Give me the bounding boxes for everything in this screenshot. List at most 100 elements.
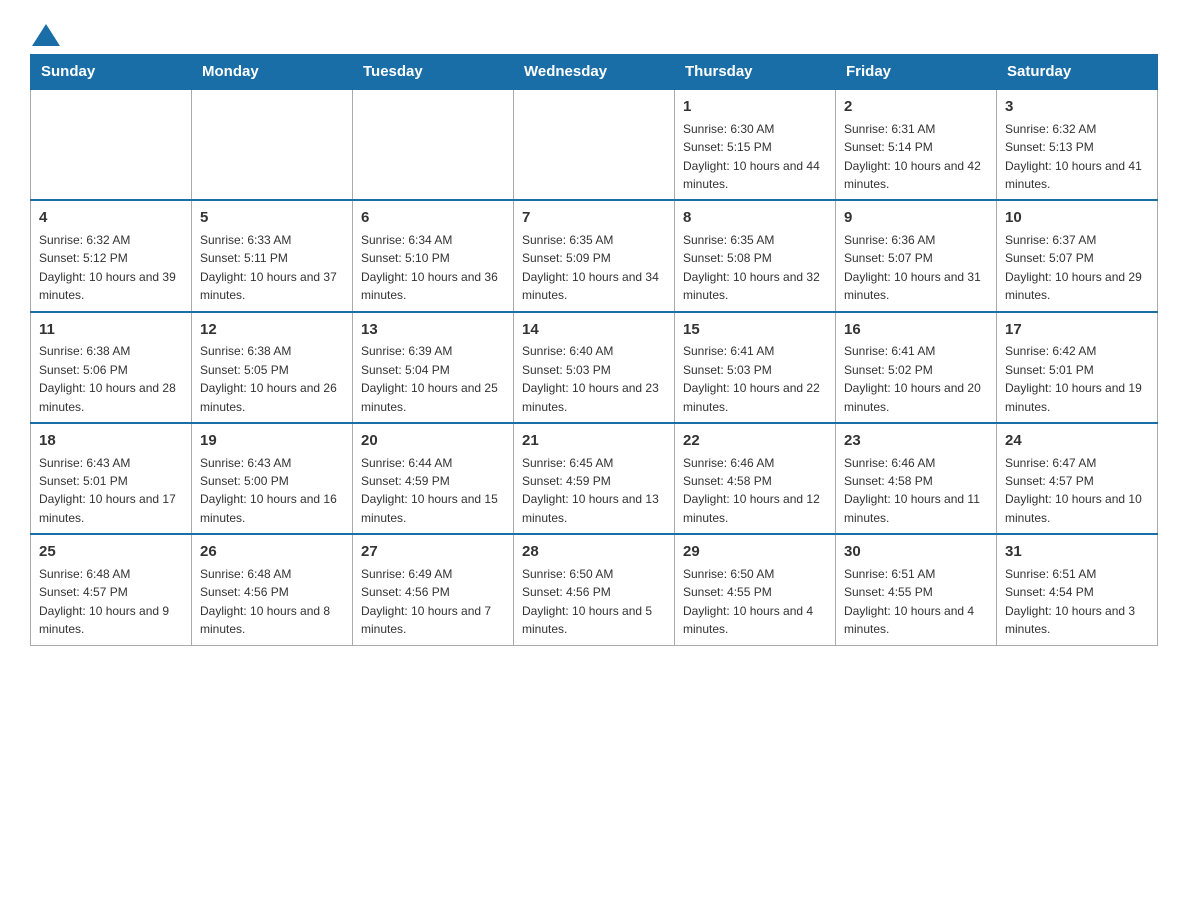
day-number: 27 (361, 541, 505, 563)
day-number: 22 (683, 430, 827, 452)
calendar-cell: 6 Sunrise: 6:34 AMSunset: 5:10 PMDaylight… (353, 200, 514, 311)
day-number: 3 (1005, 96, 1149, 118)
calendar-cell: 21 Sunrise: 6:45 AMSunset: 4:59 PMDayligh… (514, 423, 675, 534)
day-info: Sunrise: 6:46 AMSunset: 4:58 PMDaylight:… (844, 456, 980, 525)
calendar-cell: 2 Sunrise: 6:31 AMSunset: 5:14 PMDaylight… (836, 89, 997, 200)
day-number: 8 (683, 207, 827, 229)
day-number: 19 (200, 430, 344, 452)
calendar-cell: 15 Sunrise: 6:41 AMSunset: 5:03 PMDayligh… (675, 312, 836, 423)
calendar-week-row: 1 Sunrise: 6:30 AMSunset: 5:15 PMDaylight… (31, 89, 1158, 200)
weekday-header-monday: Monday (192, 55, 353, 90)
day-number: 29 (683, 541, 827, 563)
day-info: Sunrise: 6:38 AMSunset: 5:05 PMDaylight:… (200, 344, 337, 413)
calendar-cell: 1 Sunrise: 6:30 AMSunset: 5:15 PMDaylight… (675, 89, 836, 200)
day-number: 24 (1005, 430, 1149, 452)
calendar-cell: 29 Sunrise: 6:50 AMSunset: 4:55 PMDayligh… (675, 534, 836, 645)
day-info: Sunrise: 6:49 AMSunset: 4:56 PMDaylight:… (361, 567, 491, 636)
calendar-cell: 10 Sunrise: 6:37 AMSunset: 5:07 PMDayligh… (997, 200, 1158, 311)
calendar-cell: 13 Sunrise: 6:39 AMSunset: 5:04 PMDayligh… (353, 312, 514, 423)
calendar-table: SundayMondayTuesdayWednesdayThursdayFrid… (30, 54, 1158, 646)
day-number: 1 (683, 96, 827, 118)
calendar-cell: 31 Sunrise: 6:51 AMSunset: 4:54 PMDayligh… (997, 534, 1158, 645)
calendar-week-row: 11Sunrise: 6:38 AMSunset: 5:06 PMDayligh… (31, 312, 1158, 423)
calendar-cell: 12 Sunrise: 6:38 AMSunset: 5:05 PMDayligh… (192, 312, 353, 423)
day-info: Sunrise: 6:50 AMSunset: 4:55 PMDaylight:… (683, 567, 813, 636)
day-number: 23 (844, 430, 988, 452)
day-info: Sunrise: 6:45 AMSunset: 4:59 PMDaylight:… (522, 456, 659, 525)
day-number: 31 (1005, 541, 1149, 563)
day-info: Sunrise: 6:33 AMSunset: 5:11 PMDaylight:… (200, 233, 337, 302)
calendar-cell: 30Sunrise: 6:51 AMSunset: 4:55 PMDayligh… (836, 534, 997, 645)
calendar-cell: 5 Sunrise: 6:33 AMSunset: 5:11 PMDaylight… (192, 200, 353, 311)
calendar-cell: 4Sunrise: 6:32 AMSunset: 5:12 PMDaylight… (31, 200, 192, 311)
day-number: 5 (200, 207, 344, 229)
day-number: 14 (522, 319, 666, 341)
calendar-cell: 14 Sunrise: 6:40 AMSunset: 5:03 PMDayligh… (514, 312, 675, 423)
day-info: Sunrise: 6:37 AMSunset: 5:07 PMDaylight:… (1005, 233, 1142, 302)
day-info: Sunrise: 6:41 AMSunset: 5:02 PMDaylight:… (844, 344, 981, 413)
day-info: Sunrise: 6:48 AMSunset: 4:56 PMDaylight:… (200, 567, 330, 636)
day-number: 15 (683, 319, 827, 341)
day-number: 7 (522, 207, 666, 229)
weekday-header-wednesday: Wednesday (514, 55, 675, 90)
day-info: Sunrise: 6:50 AMSunset: 4:56 PMDaylight:… (522, 567, 652, 636)
calendar-cell: 11Sunrise: 6:38 AMSunset: 5:06 PMDayligh… (31, 312, 192, 423)
day-info: Sunrise: 6:39 AMSunset: 5:04 PMDaylight:… (361, 344, 498, 413)
day-info: Sunrise: 6:32 AMSunset: 5:13 PMDaylight:… (1005, 122, 1142, 191)
weekday-header-tuesday: Tuesday (353, 55, 514, 90)
calendar-cell: 27 Sunrise: 6:49 AMSunset: 4:56 PMDayligh… (353, 534, 514, 645)
day-number: 9 (844, 207, 988, 229)
day-number: 12 (200, 319, 344, 341)
calendar-cell: 7 Sunrise: 6:35 AMSunset: 5:09 PMDaylight… (514, 200, 675, 311)
calendar-week-row: 4Sunrise: 6:32 AMSunset: 5:12 PMDaylight… (31, 200, 1158, 311)
weekday-header-friday: Friday (836, 55, 997, 90)
calendar-cell: 19 Sunrise: 6:43 AMSunset: 5:00 PMDayligh… (192, 423, 353, 534)
day-info: Sunrise: 6:41 AMSunset: 5:03 PMDaylight:… (683, 344, 820, 413)
weekday-header-saturday: Saturday (997, 55, 1158, 90)
calendar-cell: 9 Sunrise: 6:36 AMSunset: 5:07 PMDaylight… (836, 200, 997, 311)
weekday-header-sunday: Sunday (31, 55, 192, 90)
calendar-cell: 20Sunrise: 6:44 AMSunset: 4:59 PMDayligh… (353, 423, 514, 534)
day-number: 13 (361, 319, 505, 341)
calendar-cell: 28Sunrise: 6:50 AMSunset: 4:56 PMDayligh… (514, 534, 675, 645)
day-info: Sunrise: 6:36 AMSunset: 5:07 PMDaylight:… (844, 233, 981, 302)
calendar-cell: 25Sunrise: 6:48 AMSunset: 4:57 PMDayligh… (31, 534, 192, 645)
logo (30, 20, 60, 44)
logo-triangle-icon (32, 24, 60, 46)
day-info: Sunrise: 6:34 AMSunset: 5:10 PMDaylight:… (361, 233, 498, 302)
day-number: 17 (1005, 319, 1149, 341)
day-info: Sunrise: 6:31 AMSunset: 5:14 PMDaylight:… (844, 122, 981, 191)
calendar-header-row: SundayMondayTuesdayWednesdayThursdayFrid… (31, 55, 1158, 90)
weekday-header-thursday: Thursday (675, 55, 836, 90)
calendar-cell (192, 89, 353, 200)
day-info: Sunrise: 6:51 AMSunset: 4:54 PMDaylight:… (1005, 567, 1135, 636)
day-number: 30 (844, 541, 988, 563)
calendar-cell: 16Sunrise: 6:41 AMSunset: 5:02 PMDayligh… (836, 312, 997, 423)
day-info: Sunrise: 6:30 AMSunset: 5:15 PMDaylight:… (683, 122, 820, 191)
calendar-cell: 8 Sunrise: 6:35 AMSunset: 5:08 PMDaylight… (675, 200, 836, 311)
day-number: 10 (1005, 207, 1149, 229)
calendar-cell (514, 89, 675, 200)
day-info: Sunrise: 6:42 AMSunset: 5:01 PMDaylight:… (1005, 344, 1142, 413)
day-info: Sunrise: 6:32 AMSunset: 5:12 PMDaylight:… (39, 233, 176, 302)
day-info: Sunrise: 6:40 AMSunset: 5:03 PMDaylight:… (522, 344, 659, 413)
day-number: 18 (39, 430, 183, 452)
calendar-cell: 23 Sunrise: 6:46 AMSunset: 4:58 PMDayligh… (836, 423, 997, 534)
calendar-cell (31, 89, 192, 200)
day-number: 20 (361, 430, 505, 452)
calendar-cell: 22 Sunrise: 6:46 AMSunset: 4:58 PMDayligh… (675, 423, 836, 534)
page-header (30, 20, 1158, 44)
calendar-week-row: 25Sunrise: 6:48 AMSunset: 4:57 PMDayligh… (31, 534, 1158, 645)
day-info: Sunrise: 6:43 AMSunset: 5:00 PMDaylight:… (200, 456, 337, 525)
day-info: Sunrise: 6:35 AMSunset: 5:09 PMDaylight:… (522, 233, 659, 302)
calendar-cell: 26Sunrise: 6:48 AMSunset: 4:56 PMDayligh… (192, 534, 353, 645)
day-number: 21 (522, 430, 666, 452)
day-info: Sunrise: 6:38 AMSunset: 5:06 PMDaylight:… (39, 344, 176, 413)
day-number: 6 (361, 207, 505, 229)
day-info: Sunrise: 6:48 AMSunset: 4:57 PMDaylight:… (39, 567, 169, 636)
calendar-week-row: 18Sunrise: 6:43 AMSunset: 5:01 PMDayligh… (31, 423, 1158, 534)
day-info: Sunrise: 6:35 AMSunset: 5:08 PMDaylight:… (683, 233, 820, 302)
day-info: Sunrise: 6:46 AMSunset: 4:58 PMDaylight:… (683, 456, 820, 525)
day-number: 2 (844, 96, 988, 118)
calendar-cell: 18Sunrise: 6:43 AMSunset: 5:01 PMDayligh… (31, 423, 192, 534)
